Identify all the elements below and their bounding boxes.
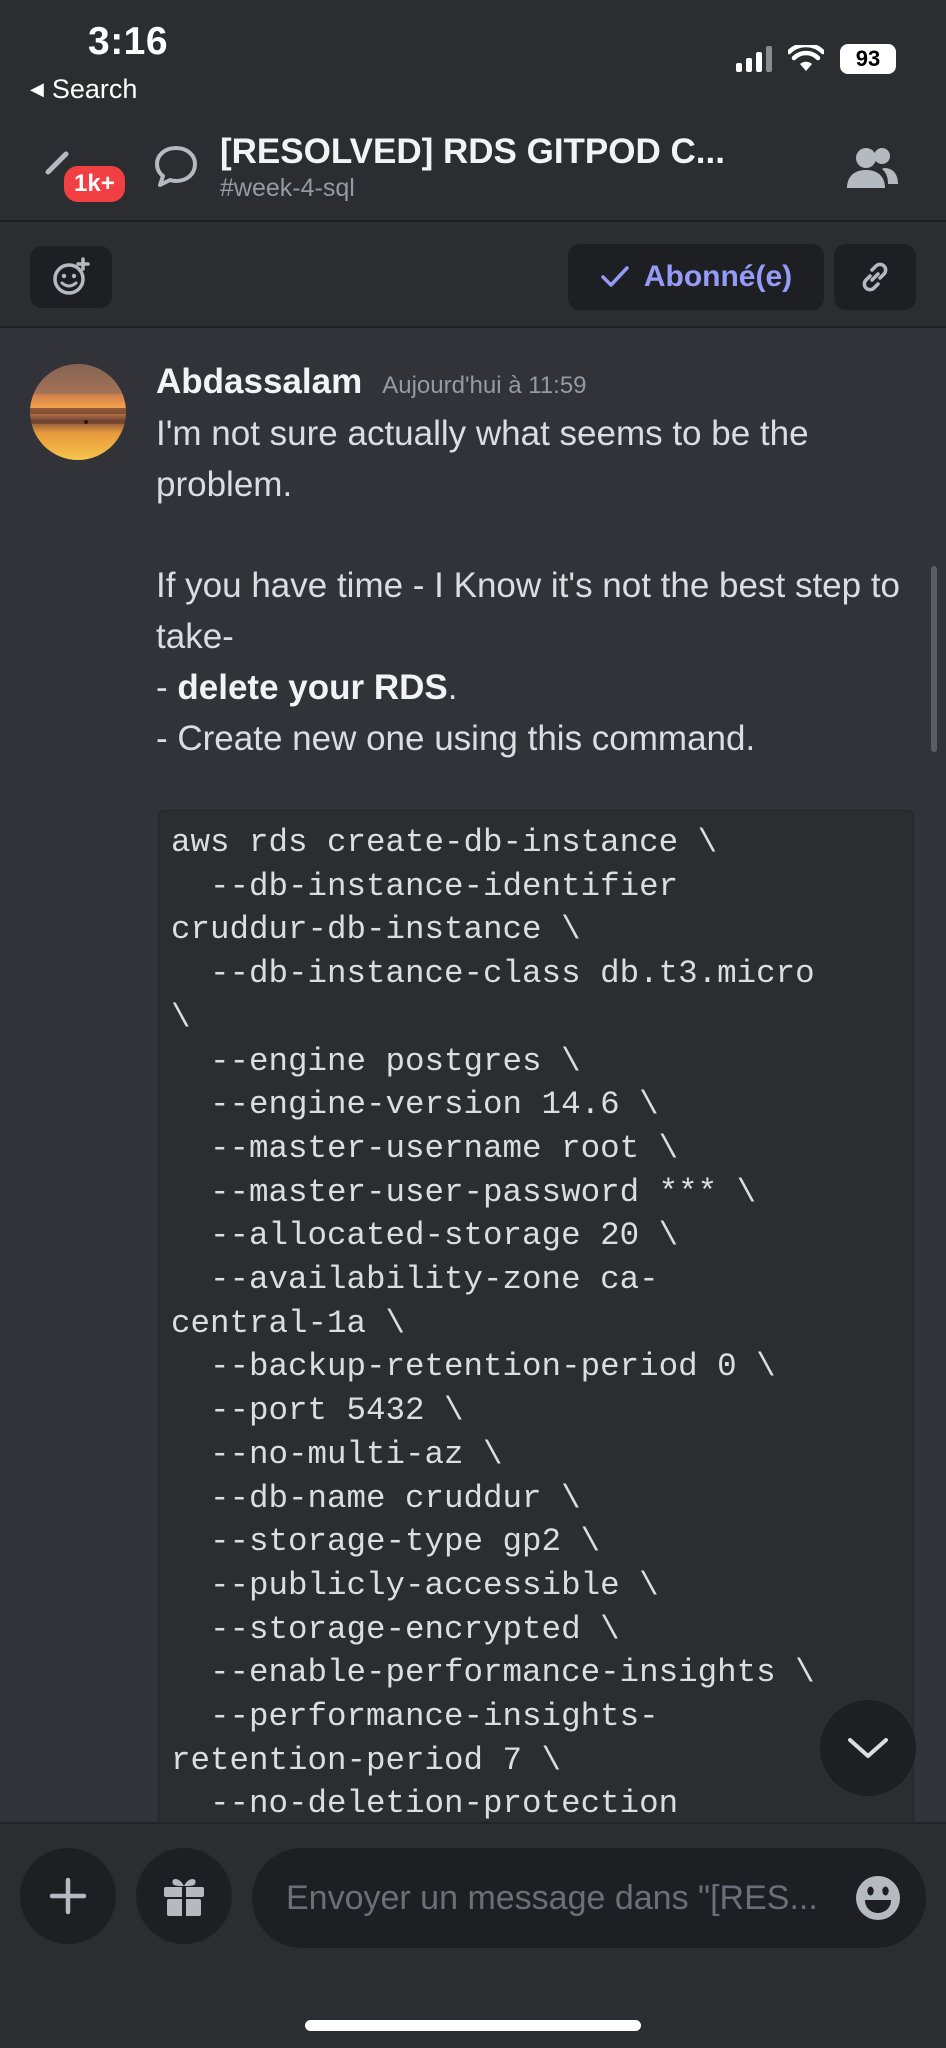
status-icons: 93 <box>736 44 896 74</box>
code-line: \ <box>171 998 191 1036</box>
code-line: central-1a \ <box>171 1304 406 1342</box>
scrollbar[interactable] <box>931 566 937 752</box>
channel-subtitle: #week-4-sql <box>220 174 355 202</box>
back-to-search[interactable]: ◀ Search <box>30 74 137 105</box>
add-reaction-icon <box>53 257 90 295</box>
gift-button[interactable] <box>136 1848 232 1944</box>
message-paragraph: I'm not sure actually what seems to be t… <box>156 414 819 504</box>
channel-bar: 1k+ [RESOLVED] RDS GITPOD C... #week-4-s… <box>0 130 946 220</box>
members-icon[interactable] <box>844 144 900 194</box>
emoji-icon[interactable] <box>854 1874 902 1922</box>
code-line: cruddur-db-instance \ <box>171 911 581 949</box>
code-line: --performance-insights- <box>171 1698 659 1736</box>
message-input-container[interactable] <box>252 1848 926 1948</box>
code-line: --enable-performance-insights \ <box>171 1654 815 1692</box>
avatar[interactable] <box>30 364 126 460</box>
gift-icon <box>164 1879 204 1916</box>
author-name[interactable]: Abdassalam <box>156 362 362 402</box>
follow-label: Abonné(e) <box>643 260 793 293</box>
message-input[interactable] <box>286 1878 826 1918</box>
code-line: --no-multi-az \ <box>171 1435 503 1473</box>
code-line: --publicly-accessible \ <box>171 1566 659 1604</box>
code-line: --storage-type gp2 \ <box>171 1523 601 1561</box>
avatar-sunset-image <box>30 364 126 424</box>
message-bullet: - Create new one using this command. <box>156 719 756 758</box>
unread-badge: 1k+ <box>60 162 129 206</box>
status-time: 3:16 <box>88 20 169 63</box>
code-line: --db-name cruddur \ <box>171 1479 581 1517</box>
code-line: --master-username root \ <box>171 1129 679 1167</box>
message-body: I'm not sure actually what seems to be t… <box>156 408 916 764</box>
code-line: --allocated-storage 20 \ <box>171 1217 679 1255</box>
add-attachment-button[interactable] <box>20 1848 116 1944</box>
code-line: --availability-zone ca- <box>171 1261 659 1299</box>
code-line: --db-instance-identifier <box>171 867 679 905</box>
message-paragraph: If you have time - I Know it's not the b… <box>156 566 910 656</box>
code-line: --engine postgres \ <box>171 1042 581 1080</box>
message-composer <box>0 1822 946 2048</box>
menu-button[interactable]: 1k+ <box>40 144 130 214</box>
add-reaction-button[interactable] <box>30 246 112 308</box>
battery-icon: 93 <box>840 44 896 74</box>
back-arrow-icon: ◀ <box>30 79 44 99</box>
message-timestamp: Aujourd'hui à 11:59 <box>382 372 587 399</box>
code-line: --storage-encrypted \ <box>171 1610 620 1648</box>
header: 3:16 ◀ Search 93 1k+ [RESOLVED] RDS GITP… <box>0 0 946 220</box>
code-line: --engine-version 14.6 \ <box>171 1086 659 1124</box>
channel-title[interactable]: [RESOLVED] RDS GITPOD C... <box>220 132 725 172</box>
code-line: --port 5432 \ <box>171 1392 464 1430</box>
signal-icon <box>736 46 772 72</box>
code-line: --backup-retention-period 0 \ <box>171 1348 776 1386</box>
code-line: aws rds create-db-instance \ <box>171 824 718 861</box>
link-icon <box>862 262 888 292</box>
home-indicator[interactable] <box>305 2020 641 2031</box>
follow-button[interactable]: Abonné(e) <box>568 244 824 310</box>
code-line: retention-period 7 \ <box>171 1741 562 1779</box>
plus-icon <box>49 1877 87 1915</box>
code-line: --db-instance-class db.t3.micro <box>171 955 815 993</box>
thread-action-bar: Abonné(e) <box>0 220 946 328</box>
copy-link-button[interactable] <box>834 244 916 310</box>
message-bullet: - delete your RDS. <box>156 668 458 707</box>
message-header: Abdassalam Aujourd'hui à 11:59 <box>156 362 587 402</box>
checkmark-icon <box>601 266 629 287</box>
code-line: --no-deletion-protection <box>171 1785 679 1823</box>
chevron-down-icon <box>848 1738 888 1758</box>
code-line: --master-user-password *** \ <box>171 1173 757 1211</box>
jump-to-present-button[interactable] <box>820 1700 916 1796</box>
bold-text: delete your RDS <box>177 668 448 707</box>
thread-icon <box>155 146 197 187</box>
back-search-label: Search <box>51 74 138 104</box>
wifi-icon <box>788 45 824 71</box>
